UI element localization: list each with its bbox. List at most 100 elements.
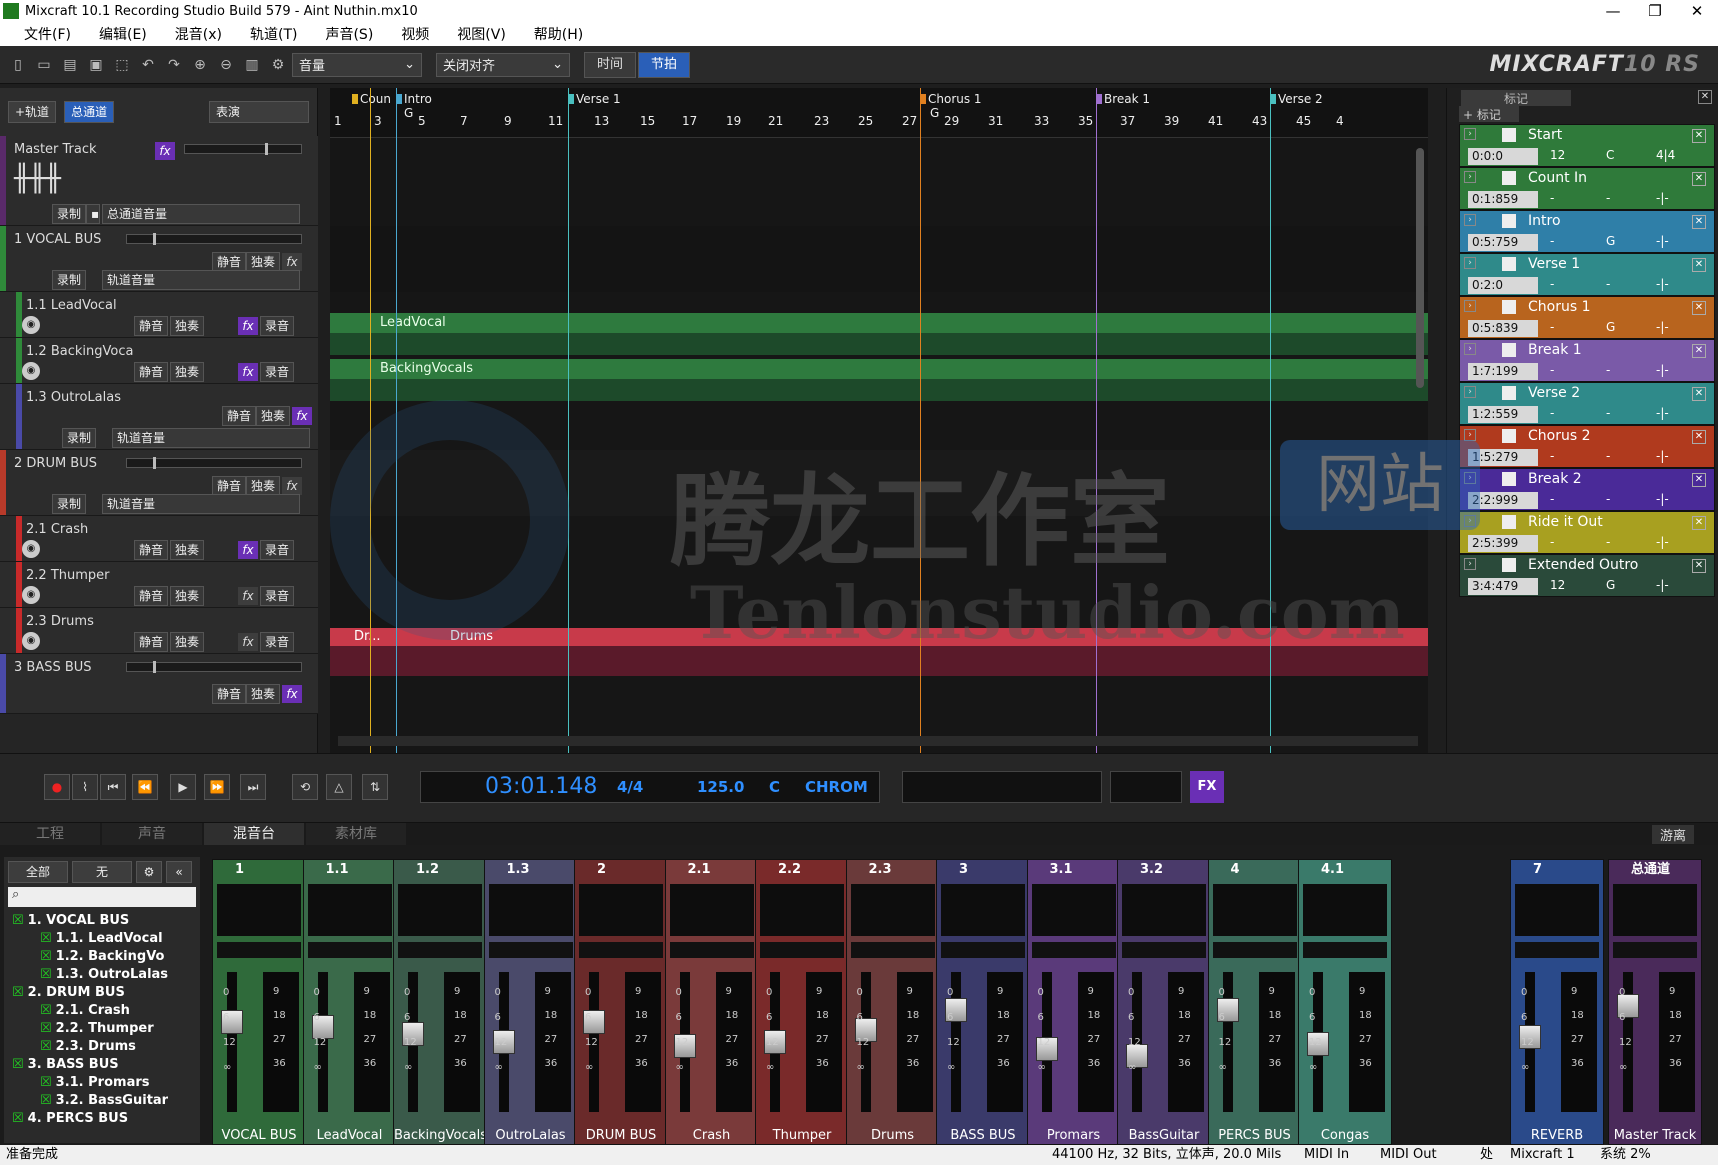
marker-item[interactable]: › Extended Outro ✕ 3:4:479 12 G -|- [1459,554,1715,597]
mixer-strip[interactable]: 2.2 0 6 12 ∞ 9 18 27 36 Thumper [755,859,849,1145]
checkbox-icon[interactable]: ☒ [12,985,24,1000]
strip-insert-display[interactable] [1613,884,1697,936]
tempo-value[interactable]: 125.0 [697,778,744,796]
strip-insert-display[interactable] [760,884,844,936]
ruler-marker[interactable]: Break 1 [1096,92,1150,106]
expand-icon[interactable]: › [1464,343,1476,355]
mixer-search-input[interactable]: ⌕ [8,887,196,907]
marker-key[interactable]: - [1606,535,1610,549]
delete-marker-icon[interactable]: ✕ [1692,430,1706,444]
marker-signature[interactable]: -|- [1656,578,1669,592]
marker-key[interactable]: - [1606,449,1610,463]
strip-insert-display[interactable] [1122,884,1206,936]
ruler-marker[interactable]: Intro [396,92,432,106]
mute-button[interactable]: 静音 [134,632,169,652]
open-folder-icon[interactable]: ▭ [32,53,56,77]
marker-signature[interactable]: -|- [1656,191,1669,205]
save-icon[interactable]: ▣ [84,53,108,77]
strip-name[interactable]: DRUM BUS [575,1128,667,1144]
solo-button[interactable]: 独奏 [256,406,291,426]
marker-time[interactable]: 0:5:839 [1468,320,1538,337]
collapse-icon[interactable]: « [166,861,192,883]
mixer-strip[interactable]: 2 0 6 12 ∞ 9 18 27 36 DRUM BUS [574,859,668,1145]
tempo-sync-icon[interactable]: ⇅ [362,774,388,800]
mixer-strip[interactable]: 1.3 0 6 12 ∞ 9 18 27 36 OutroLalas [483,859,578,1145]
tree-item-label[interactable]: 3. BASS BUS [28,1057,119,1072]
tree-item-label[interactable]: 1. VOCAL BUS [28,913,130,928]
vocal-bus-lane[interactable] [330,226,1428,292]
master-volume[interactable] [1110,771,1182,803]
marker-item[interactable]: › Count In ✕ 0:1:859- - -|- [1459,167,1715,210]
speaker-icon[interactable]: ◉ [22,586,40,604]
detach-button[interactable]: 游离 [1651,825,1694,844]
leadvocal-clip-label[interactable]: LeadVocal [330,315,446,331]
delete-marker-icon[interactable]: ✕ [1692,301,1706,315]
tree-item[interactable]: ☒ 1.3. OutroLalas [40,967,168,982]
marker-item[interactable]: › Break 2 ✕ 2:2:999- - -|- [1459,468,1715,511]
delete-marker-icon[interactable]: ✕ [1692,559,1706,573]
marker-tempo[interactable]: - [1550,277,1554,291]
marker-time[interactable]: 0:2:0 [1468,277,1538,294]
speaker-icon[interactable]: ◉ [22,316,40,334]
strip-name[interactable]: Promars [1028,1128,1120,1144]
volume-slider[interactable] [126,457,302,469]
mute-button[interactable]: 静音 [222,406,257,426]
fx-button[interactable]: fx [238,541,258,559]
checkbox-icon[interactable]: ☒ [40,967,52,982]
skip-start-icon[interactable]: ⏮ [100,774,126,800]
skip-end-icon[interactable]: ⏭ [240,774,266,800]
playhead-time[interactable]: 03:01.148 [485,774,597,799]
marker-tempo[interactable]: - [1550,234,1554,248]
marker-tempo[interactable]: - [1550,191,1554,205]
gear-icon[interactable]: ⚙ [136,861,162,883]
arm-record-button[interactable]: 录音 [260,540,295,560]
snap-select[interactable]: 关闭对齐 ⌄ [436,52,570,77]
checkbox-icon[interactable]: ☒ [40,1075,52,1090]
tree-item-label[interactable]: 4. PERCS BUS [28,1111,128,1126]
bass-bus-track[interactable]: 3 BASS BUS 静音 独奏 fx [0,654,318,714]
strip-insert-display[interactable] [307,884,392,936]
marker-key[interactable]: - [1606,492,1610,506]
ruler-marker[interactable]: Coun [352,92,391,106]
marker-item[interactable]: › Chorus 2 ✕ 1:5:279- - -|- [1459,425,1715,468]
fx-button[interactable]: fx [238,317,258,335]
solo-button[interactable]: 独奏 [246,252,281,272]
marker-name[interactable]: Break 1 [1528,342,1582,358]
tree-item[interactable]: ☒ 3. BASS BUS [12,1057,119,1072]
backingvocal-track[interactable]: 1.2 BackingVoca ◉ 静音 独奏 fx 录音 [0,338,318,384]
checkbox-icon[interactable]: ☒ [40,1003,52,1018]
strip-name[interactable]: Thumper [756,1128,848,1144]
marker-item[interactable]: › Intro ✕ 0:5:759- G -|- [1459,210,1715,253]
strip-name[interactable]: VOCAL BUS [213,1128,305,1144]
vocal-bus-track[interactable]: 1 VOCAL BUS 静音 独奏 fx 录制 轨道音量 [0,226,318,292]
menu-view[interactable]: 视图(V) [457,24,506,44]
time-signature[interactable]: 4/4 [617,778,643,796]
new-file-icon[interactable]: ▯ [6,53,30,77]
backing-clip-label[interactable]: BackingVocals [330,361,473,377]
delete-marker-icon[interactable]: ✕ [1692,129,1706,143]
automation-select[interactable]: 轨道音量 [102,270,300,290]
marker-key[interactable]: - [1606,191,1610,205]
thumper-track[interactable]: 2.2 Thumper ◉ 静音 独奏 fx 录音 [0,562,318,608]
marker-key[interactable]: - [1606,277,1610,291]
pan-slider[interactable] [398,942,482,958]
fx-button[interactable]: fx [292,407,312,425]
speaker-icon[interactable]: ◉ [22,632,40,650]
time-mode-button[interactable]: 时间 [584,51,637,78]
solo-button[interactable]: 独奏 [246,684,281,704]
tab-mixer[interactable]: 混音台 [204,823,304,845]
menu-sound[interactable]: 声音(S) [325,24,373,44]
select-icon[interactable]: ⬚ [110,53,134,77]
menu-edit[interactable]: 编辑(E) [99,24,147,44]
marker-name[interactable]: Break 2 [1528,471,1582,487]
arm-record-button[interactable]: 录音 [260,362,295,382]
scale-value[interactable]: CHROM [805,778,868,796]
strip-insert-display[interactable] [488,884,573,936]
menu-video[interactable]: 视频 [401,24,429,44]
strip-name[interactable]: Master Track [1609,1128,1701,1144]
solo-button[interactable]: 独奏 [170,362,205,382]
tree-item[interactable]: ☒ 4. PERCS BUS [12,1111,128,1126]
drums-short-clip-label[interactable]: Dr... [330,629,381,645]
marker-name[interactable]: Verse 1 [1528,256,1580,272]
mute-button[interactable]: 静音 [134,540,169,560]
